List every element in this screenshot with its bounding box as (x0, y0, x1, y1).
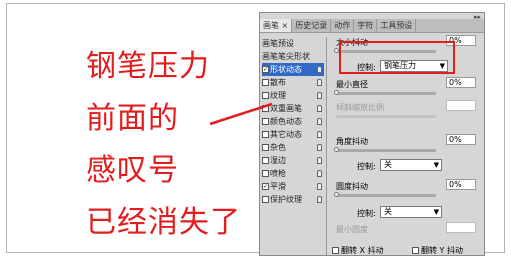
list-item-wet-edges[interactable]: 湿边 (262, 154, 324, 167)
checkbox[interactable] (262, 131, 269, 138)
roundness-jitter-slider[interactable] (336, 194, 436, 197)
panel-tabs: 画笔 × 历史记录 动作 字符 工具预设 (260, 19, 484, 33)
checkbox[interactable]: ✓ (262, 183, 269, 190)
highlight-box (339, 41, 455, 74)
angle-jitter-slider[interactable] (336, 149, 436, 152)
tab-history[interactable]: 历史记录 (292, 19, 332, 32)
min-roundness-label: 最小圆度 (336, 225, 368, 234)
checkbox[interactable] (262, 196, 269, 203)
tab-brush[interactable]: 画笔 × (260, 19, 293, 32)
min-diameter-slider[interactable] (336, 92, 436, 95)
lock-icon[interactable] (317, 170, 322, 177)
checkbox[interactable] (262, 157, 269, 164)
angle-jitter-value[interactable]: 0% (446, 134, 476, 145)
tilt-scale-slider (336, 115, 436, 118)
lock-icon[interactable] (317, 131, 322, 138)
lock-icon[interactable] (317, 118, 322, 125)
list-item-airbrush[interactable]: 喷枪 (262, 167, 324, 180)
tilt-scale-value (446, 100, 476, 111)
checkbox[interactable] (262, 170, 269, 177)
brush-options-list: 画笔预设 画笔笔尖形状 ✓ 形状动态 散布 纹理 双重画笔 颜色动态 其它动态 杂… (262, 37, 324, 255)
chevron-down-icon: ▼ (433, 208, 439, 216)
lock-icon[interactable] (317, 144, 322, 151)
list-item-dual-brush[interactable]: 双重画笔 (262, 102, 324, 115)
control-3-select[interactable]: 关 ▼ (380, 206, 442, 218)
roundness-jitter-value[interactable]: 0% (446, 179, 476, 190)
checkbox[interactable] (262, 118, 269, 125)
chevron-down-icon: ▼ (433, 161, 439, 169)
annotation-line-3: 感叹号 (86, 153, 179, 188)
checkbox[interactable] (262, 105, 269, 112)
lock-icon[interactable] (317, 92, 322, 99)
column-divider (326, 37, 327, 255)
annotation-line-4: 已经消失了 (86, 205, 241, 240)
list-item-other-dynamics[interactable]: 其它动态 (262, 128, 324, 141)
lock-icon[interactable] (317, 196, 322, 203)
list-item-brush-presets[interactable]: 画笔预设 (262, 37, 324, 50)
checkbox[interactable] (412, 247, 419, 254)
list-item-noise[interactable]: 杂色 (262, 141, 324, 154)
lock-icon[interactable] (317, 183, 322, 190)
tab-actions[interactable]: 动作 (331, 19, 355, 32)
min-roundness-value (446, 222, 476, 233)
checkbox[interactable] (262, 92, 269, 99)
checkbox[interactable]: ✓ (262, 66, 269, 73)
tab-character[interactable]: 字符 (354, 19, 378, 32)
slider-knob[interactable] (334, 90, 339, 95)
list-item-shape-dynamics[interactable]: ✓ 形状动态 (262, 63, 324, 76)
angle-jitter-label: 角度抖动 (336, 137, 368, 146)
annotation-line-1: 钢笔压力 (86, 49, 210, 84)
list-item-smoothing[interactable]: ✓ 平滑 (262, 180, 324, 193)
tab-tool-presets[interactable]: 工具预设 (377, 19, 417, 32)
list-item-color-dynamics[interactable]: 颜色动态 (262, 115, 324, 128)
lock-icon[interactable] (317, 157, 322, 164)
lock-icon[interactable] (317, 66, 322, 73)
checkbox[interactable] (262, 144, 269, 151)
tilt-scale-label: 倾斜缩放比例 (336, 103, 384, 112)
annotation-line-2: 前面的 (86, 101, 179, 136)
checkbox[interactable] (262, 79, 269, 86)
slider-knob[interactable] (334, 192, 339, 197)
control-2-label: 控制: (357, 162, 376, 171)
list-item-scattering[interactable]: 散布 (262, 76, 324, 89)
list-item-texture[interactable]: 纹理 (262, 89, 324, 102)
lock-icon[interactable] (317, 105, 322, 112)
control-3-label: 控制: (357, 209, 376, 218)
flip-x-jitter-option[interactable]: 翻转 X 抖动 (332, 245, 384, 256)
flip-y-jitter-option[interactable]: 翻转 Y 抖动 (412, 245, 463, 256)
control-2-select[interactable]: 关 ▼ (380, 159, 442, 171)
min-diameter-label: 最小直径 (336, 80, 368, 89)
list-item-protect-texture[interactable]: 保护纹理 (262, 193, 324, 206)
checkbox[interactable] (332, 247, 339, 254)
roundness-jitter-label: 圆度抖动 (336, 182, 368, 191)
slider-knob[interactable] (334, 147, 339, 152)
list-item-brush-tip-shape[interactable]: 画笔笔尖形状 (262, 50, 324, 63)
min-diameter-value[interactable]: 0% (446, 77, 476, 88)
lock-icon[interactable] (317, 79, 322, 86)
